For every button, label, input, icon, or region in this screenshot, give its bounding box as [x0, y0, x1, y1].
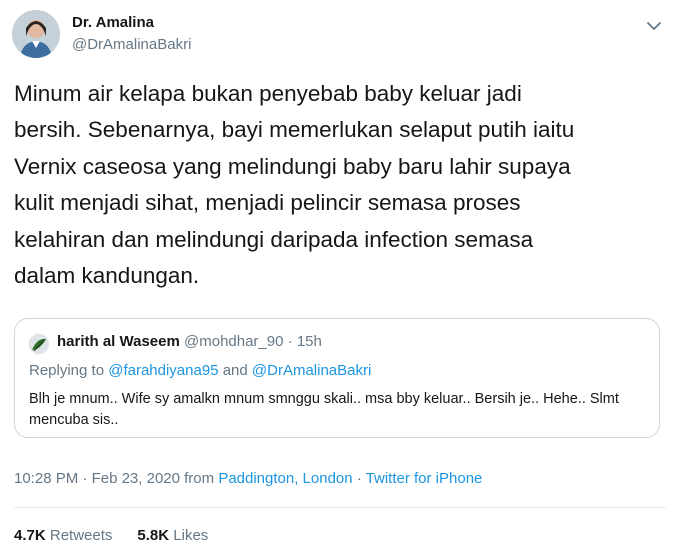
tweet-text: Minum air kelapa bukan penyebab baby kel… — [14, 81, 575, 289]
retweets-stat[interactable]: 4.7K Retweets — [14, 527, 112, 544]
replying-to-label: Replying to — [29, 362, 105, 379]
retweets-count: 4.7K — [14, 527, 46, 544]
separator-dot: · — [78, 470, 92, 487]
author-handle[interactable]: @DrAmalinaBakri — [72, 36, 191, 53]
quoted-time: 15h — [296, 333, 322, 350]
author-name[interactable]: Dr. Amalina — [72, 14, 154, 31]
tweet-date[interactable]: Feb 23, 2020 — [92, 470, 180, 487]
avatar[interactable] — [12, 10, 60, 58]
tweet-stats: 4.7K Retweets 5.8K Likes — [14, 527, 208, 544]
replying-to-line: Replying to @farahdiyana95 and @DrAmalin… — [29, 362, 371, 379]
chevron-down-icon[interactable] — [642, 14, 666, 38]
likes-count: 5.8K — [137, 527, 170, 544]
likes-stat[interactable]: 5.8K Likes — [137, 527, 208, 544]
quoted-avatar — [29, 334, 49, 354]
likes-label: Likes — [173, 527, 209, 544]
from-label: from — [184, 470, 215, 487]
quoted-author-handle: @mohdhar_90 — [184, 333, 284, 350]
divider — [14, 507, 666, 508]
quoted-tweet[interactable]: harith al Waseem @mohdhar_90 · 15h Reply… — [14, 318, 660, 438]
quoted-author-name: harith al Waseem — [57, 333, 180, 350]
reply-mention-2[interactable]: @DrAmalinaBakri — [252, 362, 371, 379]
quoted-tweet-text: Blh je mnum.. Wife sy amalkn mnum smnggu… — [29, 391, 619, 428]
source-link[interactable]: Twitter for iPhone — [366, 470, 483, 487]
separator-dot: · — [352, 470, 366, 487]
separator-dot: · — [283, 333, 297, 350]
reply-mention-1[interactable]: @farahdiyana95 — [108, 362, 218, 379]
tweet-meta: 10:28 PM · Feb 23, 2020 from Paddington,… — [14, 470, 482, 487]
retweets-label: Retweets — [49, 527, 113, 544]
location-link[interactable]: Paddington, London — [218, 470, 352, 487]
tweet-time[interactable]: 10:28 PM — [14, 470, 78, 487]
avatar-image — [12, 10, 60, 58]
replying-and: and — [222, 362, 248, 379]
